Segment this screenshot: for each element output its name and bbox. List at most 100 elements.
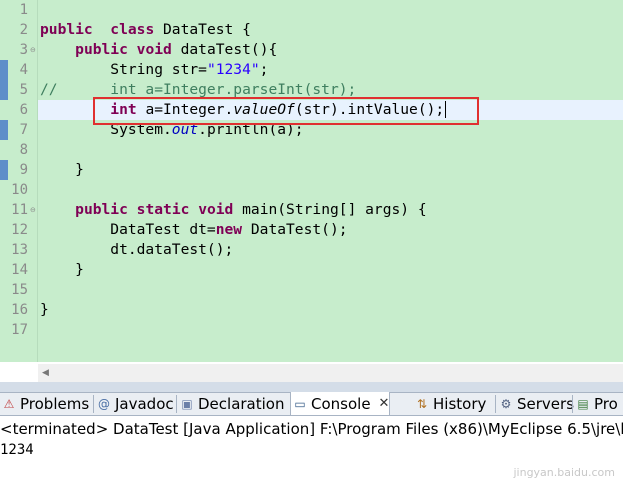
line-number: 10 bbox=[11, 182, 28, 198]
line-number: 5 bbox=[19, 82, 28, 98]
code-line[interactable]: 3 ⊖ public void dataTest(){ bbox=[0, 40, 623, 60]
tab-label: Declaration bbox=[198, 395, 285, 413]
code-line[interactable]: 15 bbox=[0, 280, 623, 300]
code-text: DataTest dt=new DataTest(); bbox=[40, 220, 348, 240]
line-number: 1 bbox=[19, 2, 28, 18]
code-token: } bbox=[40, 301, 49, 318]
code-token: public bbox=[75, 201, 128, 218]
console-icon: ▭ bbox=[294, 396, 306, 411]
code-line[interactable]: 11 ⊖ public static void main(String[] arg… bbox=[0, 200, 623, 220]
watermark: jingyan.baidu.com bbox=[513, 466, 615, 479]
tab-label: Pro bbox=[594, 395, 618, 413]
code-token: public bbox=[40, 21, 93, 38]
tab-servers[interactable]: ⚙ Servers bbox=[497, 393, 574, 415]
code-text: String str="1234"; bbox=[40, 60, 268, 80]
code-token: // int a=Integer.parseInt(str); bbox=[40, 81, 357, 98]
progress-icon: ▤ bbox=[577, 397, 589, 411]
code-line[interactable]: 10 bbox=[0, 180, 623, 200]
code-line[interactable]: 8 bbox=[0, 140, 623, 160]
code-token: DataTest dt= bbox=[40, 221, 216, 238]
code-token: static bbox=[136, 201, 190, 218]
fold-toggle-icon[interactable]: ⊖ bbox=[30, 207, 36, 214]
line-number: 13 bbox=[11, 242, 28, 258]
code-token: public bbox=[75, 41, 128, 58]
code-token: ; bbox=[259, 61, 269, 78]
code-token: DataTest { bbox=[154, 21, 251, 38]
tab-label: Problems bbox=[20, 395, 90, 413]
line-number: 4 bbox=[19, 62, 28, 78]
line-number: 16 bbox=[11, 302, 28, 318]
code-text: } bbox=[40, 260, 84, 280]
line-number: 15 bbox=[11, 282, 28, 298]
code-line[interactable]: 12 DataTest dt=new DataTest(); bbox=[0, 220, 623, 240]
line-number: 11 bbox=[11, 202, 28, 218]
line-number: 17 bbox=[11, 322, 28, 338]
code-text: } bbox=[40, 300, 49, 320]
highlight-annotation-box bbox=[93, 97, 479, 125]
tab-problems[interactable]: ⚠ Problems bbox=[0, 393, 90, 415]
code-token: main(String[] args) { bbox=[233, 201, 427, 218]
line-number: 7 bbox=[19, 122, 28, 138]
console-view[interactable]: <terminated> DataTest [Java Application]… bbox=[0, 416, 623, 487]
line-number: 14 bbox=[11, 262, 28, 278]
code-line[interactable]: 4 String str="1234"; bbox=[0, 60, 623, 80]
tab-label: History bbox=[433, 395, 487, 413]
history-icon: ⇅ bbox=[416, 397, 428, 411]
code-token: } bbox=[40, 261, 84, 278]
line-number: 2 bbox=[19, 22, 28, 38]
code-text: dt.dataTest(); bbox=[40, 240, 233, 260]
code-token: dt.dataTest(); bbox=[40, 241, 234, 258]
tab-console[interactable]: ▭ Console ✕ bbox=[290, 392, 391, 415]
code-line[interactable]: 14 } bbox=[0, 260, 623, 280]
tab-javadoc[interactable]: @ Javadoc bbox=[95, 393, 174, 415]
tab-progress[interactable]: ▤ Pro bbox=[574, 393, 618, 415]
code-editor[interactable]: 1 2 public class DataTest {3 ⊖ public void … bbox=[0, 0, 623, 362]
fold-toggle-icon[interactable]: ⊖ bbox=[30, 47, 36, 54]
code-token: new bbox=[215, 221, 243, 238]
line-number: 12 bbox=[11, 222, 28, 238]
tab-label: Servers bbox=[517, 395, 575, 413]
code-token: void bbox=[136, 41, 172, 58]
code-line[interactable]: 17 bbox=[0, 320, 623, 340]
code-line[interactable]: 1 bbox=[0, 0, 623, 20]
code-line[interactable]: 2 public class DataTest { bbox=[0, 20, 623, 40]
tab-declaration[interactable]: ▣ Declaration bbox=[178, 393, 284, 415]
close-icon[interactable]: ✕ bbox=[379, 396, 390, 411]
servers-icon: ⚙ bbox=[500, 397, 512, 411]
code-token: void bbox=[198, 201, 234, 218]
line-number: 6 bbox=[19, 102, 28, 118]
code-token: dataTest(){ bbox=[171, 41, 278, 58]
tab-history[interactable]: ⇅ History bbox=[413, 393, 486, 415]
tab-separator bbox=[572, 395, 573, 413]
console-output: 1234 bbox=[0, 442, 34, 458]
code-token: DataTest(); bbox=[242, 221, 348, 238]
code-text: public class DataTest { bbox=[40, 20, 251, 40]
tab-separator bbox=[93, 395, 94, 413]
view-tab-bar: ⚠ Problems @ Javadoc ▣ Declaration ▭ Console ✕ ⇅ H… bbox=[0, 392, 623, 416]
code-text: } bbox=[40, 160, 84, 180]
code-token: "1234" bbox=[206, 61, 260, 78]
horizontal-scrollbar[interactable]: ◀ bbox=[38, 364, 623, 382]
console-process-label: <terminated> DataTest [Java Application]… bbox=[0, 420, 623, 438]
code-line[interactable]: 13 dt.dataTest(); bbox=[0, 240, 623, 260]
tab-label: Javadoc bbox=[115, 395, 174, 413]
declaration-icon: ▣ bbox=[181, 397, 193, 411]
code-line[interactable]: 9 } bbox=[0, 160, 623, 180]
problems-icon: ⚠ bbox=[3, 397, 15, 411]
code-token: } bbox=[40, 161, 84, 178]
tab-label: Console bbox=[311, 394, 371, 413]
panel-divider bbox=[0, 382, 623, 392]
code-text: public static void main(String[] args) { bbox=[40, 200, 427, 220]
line-number: 9 bbox=[19, 162, 28, 178]
code-line[interactable]: 16} bbox=[0, 300, 623, 320]
line-number: 3 bbox=[19, 42, 28, 58]
tab-separator bbox=[176, 395, 177, 413]
javadoc-at-icon: @ bbox=[98, 397, 110, 411]
scroll-left-arrow-icon[interactable]: ◀ bbox=[42, 367, 49, 379]
code-text: public void dataTest(){ bbox=[40, 40, 277, 60]
code-token: class bbox=[110, 21, 155, 38]
